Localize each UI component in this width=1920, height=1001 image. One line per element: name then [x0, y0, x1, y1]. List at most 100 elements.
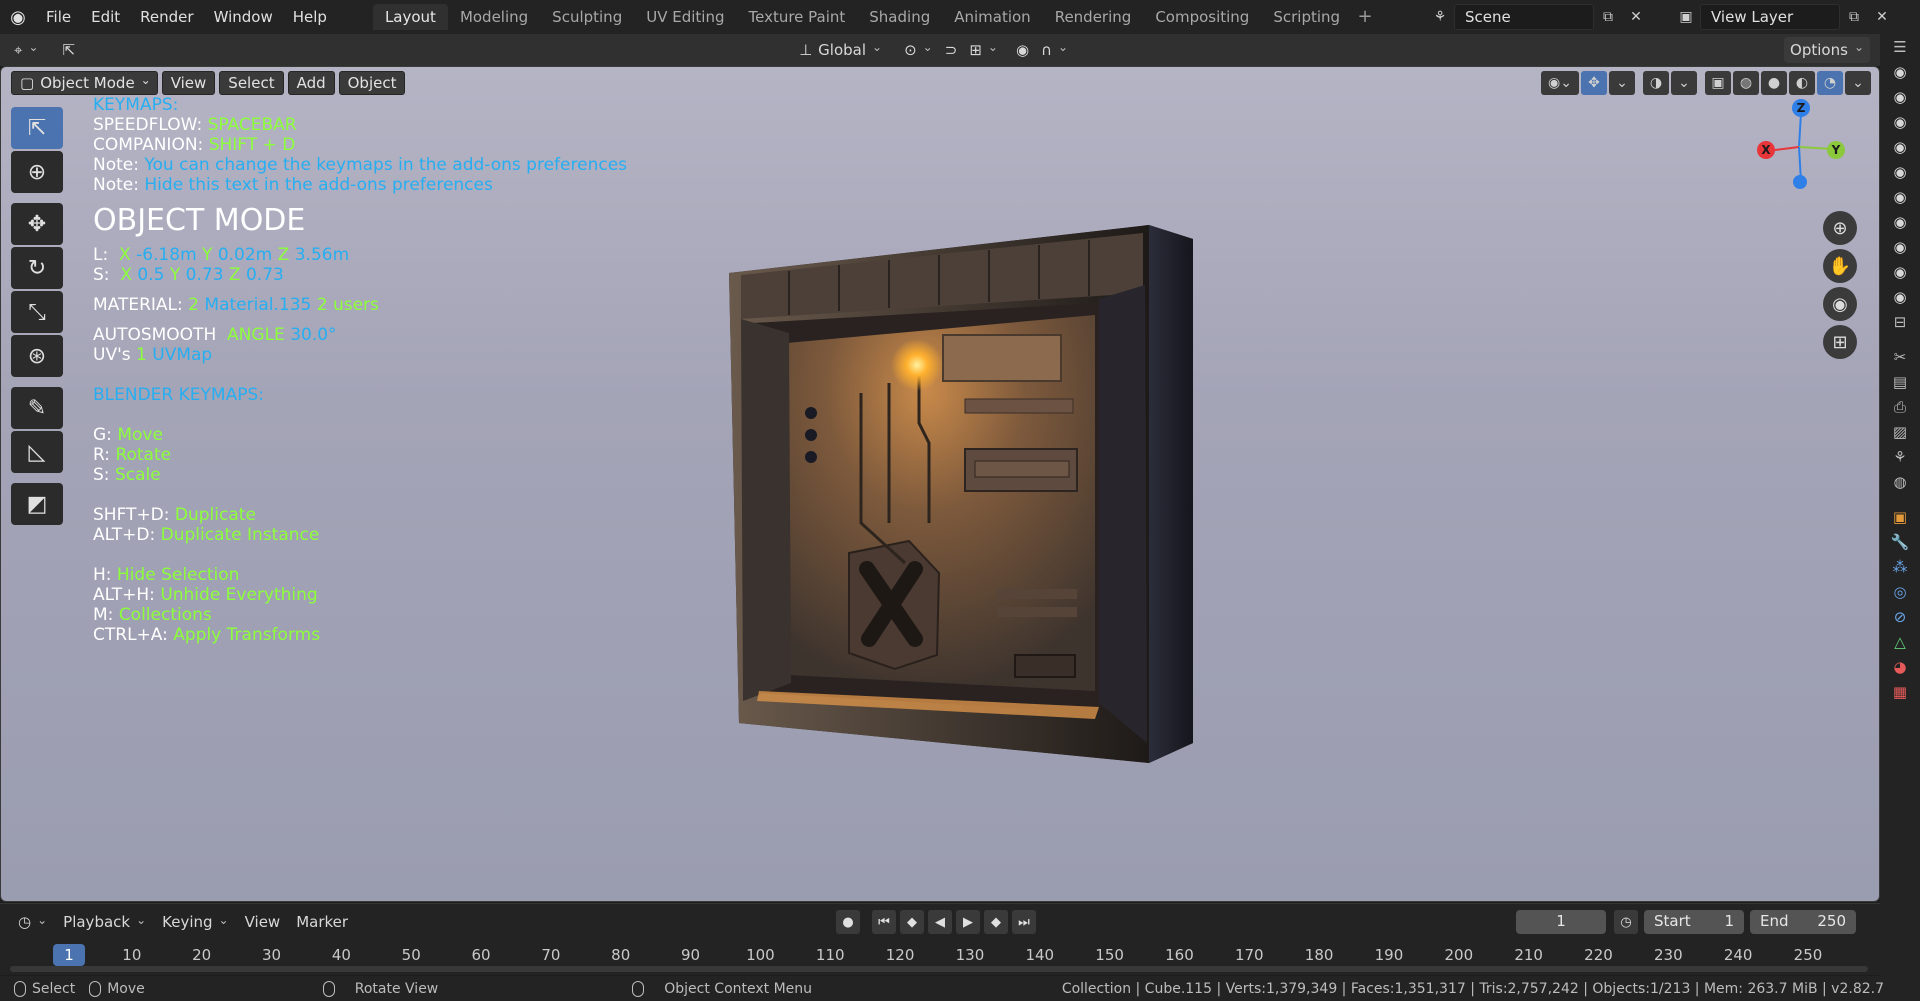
menu-help[interactable]: Help: [283, 0, 337, 34]
scene-name-field[interactable]: Scene: [1454, 4, 1594, 30]
jump-start-icon[interactable]: ⏮: [872, 910, 896, 934]
mode-dropdown[interactable]: ▢ Object Mode: [11, 69, 158, 95]
menu-edit[interactable]: Edit: [81, 0, 130, 34]
output-properties-icon[interactable]: ⎙: [1880, 394, 1920, 419]
record-icon[interactable]: ●: [836, 910, 860, 934]
overlay-toggle-icon[interactable]: ◑: [1643, 71, 1669, 95]
timeline-editor-icon[interactable]: ◷: [10, 909, 55, 935]
door-model[interactable]: [729, 223, 1193, 763]
tab-layout[interactable]: Layout: [372, 4, 448, 30]
pan-hand-icon[interactable]: ✋: [1823, 249, 1857, 283]
menu-window[interactable]: Window: [204, 0, 283, 34]
visibility-eye-icon-9[interactable]: ◉: [1880, 259, 1920, 284]
measure-tool-icon[interactable]: ◺: [11, 431, 63, 473]
current-frame-field[interactable]: 1: [1516, 910, 1606, 934]
visibility-eye-icon-2[interactable]: ◉: [1880, 84, 1920, 109]
shading-dropdown-icon[interactable]: ⌄: [1845, 71, 1871, 95]
move-tool-icon[interactable]: ✥: [11, 203, 63, 245]
physics-properties-icon[interactable]: ◎: [1880, 579, 1920, 604]
tab-sculpting[interactable]: Sculpting: [540, 4, 634, 30]
next-keyframe-icon[interactable]: ◆: [984, 910, 1008, 934]
visibility-eye-icon-10[interactable]: ◉: [1880, 284, 1920, 309]
perspective-toggle-icon[interactable]: ⊞: [1823, 325, 1857, 359]
annotate-tool-icon[interactable]: ✎: [11, 387, 63, 429]
start-frame-field[interactable]: Start 1: [1644, 910, 1744, 934]
playback-menu[interactable]: Playback: [55, 909, 154, 935]
proportional-edit-icon[interactable]: ◉: [1010, 37, 1035, 63]
tab-shading[interactable]: Shading: [857, 4, 942, 30]
snap-target-icon[interactable]: ⊞: [963, 37, 1004, 63]
rotate-tool-icon[interactable]: ↻: [11, 247, 63, 289]
solid-shading-icon[interactable]: ●: [1761, 71, 1787, 95]
zoom-icon[interactable]: ⊕: [1823, 211, 1857, 245]
new-scene-icon[interactable]: ⧉: [1594, 4, 1622, 30]
view-layer-icon[interactable]: ▣: [1672, 4, 1700, 30]
delete-view-layer-icon[interactable]: ✕: [1868, 4, 1896, 30]
tab-texture-paint[interactable]: Texture Paint: [736, 4, 857, 30]
tool-properties-icon[interactable]: ✂: [1880, 344, 1920, 369]
gizmo-dropdown-icon[interactable]: ⌄: [1609, 71, 1635, 95]
gizmo-toggle-icon[interactable]: ✥: [1581, 71, 1607, 95]
outliner-icon[interactable]: ☰: [1880, 34, 1920, 59]
add-workspace-icon[interactable]: +: [1352, 4, 1378, 30]
object-menu[interactable]: Object: [338, 71, 406, 95]
jump-end-icon[interactable]: ⏭: [1012, 910, 1036, 934]
gizmo-z-axis[interactable]: Z: [1792, 99, 1810, 117]
play-icon[interactable]: ▶: [956, 910, 980, 934]
timeline-scrollbar[interactable]: [10, 966, 1868, 972]
prev-keyframe-icon[interactable]: ◆: [900, 910, 924, 934]
visibility-eye-icon-4[interactable]: ◉: [1880, 134, 1920, 159]
material-shading-icon[interactable]: ◐: [1789, 71, 1815, 95]
overlay-dropdown-icon[interactable]: ⌄: [1671, 71, 1697, 95]
pivot-point-icon[interactable]: ⊙: [898, 37, 939, 63]
end-frame-field[interactable]: End 250: [1750, 910, 1856, 934]
snap-icon[interactable]: ⊃: [939, 37, 964, 63]
texture-properties-icon[interactable]: ▦: [1880, 679, 1920, 704]
editor-toggle-icon[interactable]: ⊟: [1880, 309, 1920, 334]
blender-logo-icon[interactable]: ◉: [0, 0, 36, 34]
cursor-tool-icon[interactable]: ⊕: [11, 151, 63, 193]
visibility-eye-icon-1[interactable]: ◉: [1880, 59, 1920, 84]
add-cube-tool-icon[interactable]: ◩: [11, 483, 63, 525]
xray-icon[interactable]: ▣: [1705, 71, 1731, 95]
gizmo-x-axis[interactable]: X: [1757, 141, 1775, 159]
scale-tool-icon[interactable]: ⤡: [11, 291, 63, 333]
falloff-icon[interactable]: ∩: [1035, 37, 1074, 63]
wireframe-shading-icon[interactable]: ◍: [1733, 71, 1759, 95]
visibility-eye-icon-5[interactable]: ◉: [1880, 159, 1920, 184]
particles-properties-icon[interactable]: ⁂: [1880, 554, 1920, 579]
visibility-eye-icon-7[interactable]: ◉: [1880, 209, 1920, 234]
modifier-properties-icon[interactable]: 🔧: [1880, 529, 1920, 554]
options-dropdown[interactable]: Options: [1784, 37, 1870, 63]
menu-file[interactable]: File: [36, 0, 81, 34]
marker-menu[interactable]: Marker: [288, 909, 356, 935]
select-menu[interactable]: Select: [219, 71, 284, 95]
editor-type-icon[interactable]: ⌖: [8, 37, 45, 63]
navigation-gizmo[interactable]: Z X Y: [1747, 95, 1857, 205]
current-frame-marker[interactable]: 1: [53, 944, 85, 966]
keying-menu[interactable]: Keying: [154, 909, 236, 935]
stopwatch-icon[interactable]: ◷: [1614, 910, 1638, 934]
visibility-eye-icon-8[interactable]: ◉: [1880, 234, 1920, 259]
visibility-icon[interactable]: ◉⌄: [1541, 71, 1579, 95]
camera-view-icon[interactable]: ◉: [1823, 287, 1857, 321]
orientation-dropdown[interactable]: ⊥ Global: [793, 37, 888, 63]
select-box-icon[interactable]: ⇱: [57, 37, 82, 63]
tab-uv-editing[interactable]: UV Editing: [634, 4, 736, 30]
select-tool-icon[interactable]: ⇱: [11, 107, 63, 149]
play-reverse-icon[interactable]: ◀: [928, 910, 952, 934]
world-properties-icon[interactable]: ◍: [1880, 469, 1920, 494]
delete-scene-icon[interactable]: ✕: [1622, 4, 1650, 30]
3d-viewport[interactable]: ▢ Object Mode View Select Add Object ◉⌄ …: [0, 66, 1880, 902]
view-menu[interactable]: View: [161, 71, 216, 95]
gizmo-neg-z[interactable]: [1793, 175, 1807, 189]
tab-rendering[interactable]: Rendering: [1043, 4, 1144, 30]
scene-icon[interactable]: ⚘: [1426, 4, 1454, 30]
frame-ruler[interactable]: 1 10 20 30 40 50 60 70 80 90 100 110 120 130 140 150 160…: [0, 944, 1880, 966]
tab-scripting[interactable]: Scripting: [1261, 4, 1352, 30]
render-properties-icon[interactable]: ▤: [1880, 369, 1920, 394]
menu-render[interactable]: Render: [130, 0, 203, 34]
view-layer-field[interactable]: View Layer: [1700, 4, 1840, 30]
object-properties-icon[interactable]: ▣: [1880, 504, 1920, 529]
material-properties-icon[interactable]: ◕: [1880, 654, 1920, 679]
